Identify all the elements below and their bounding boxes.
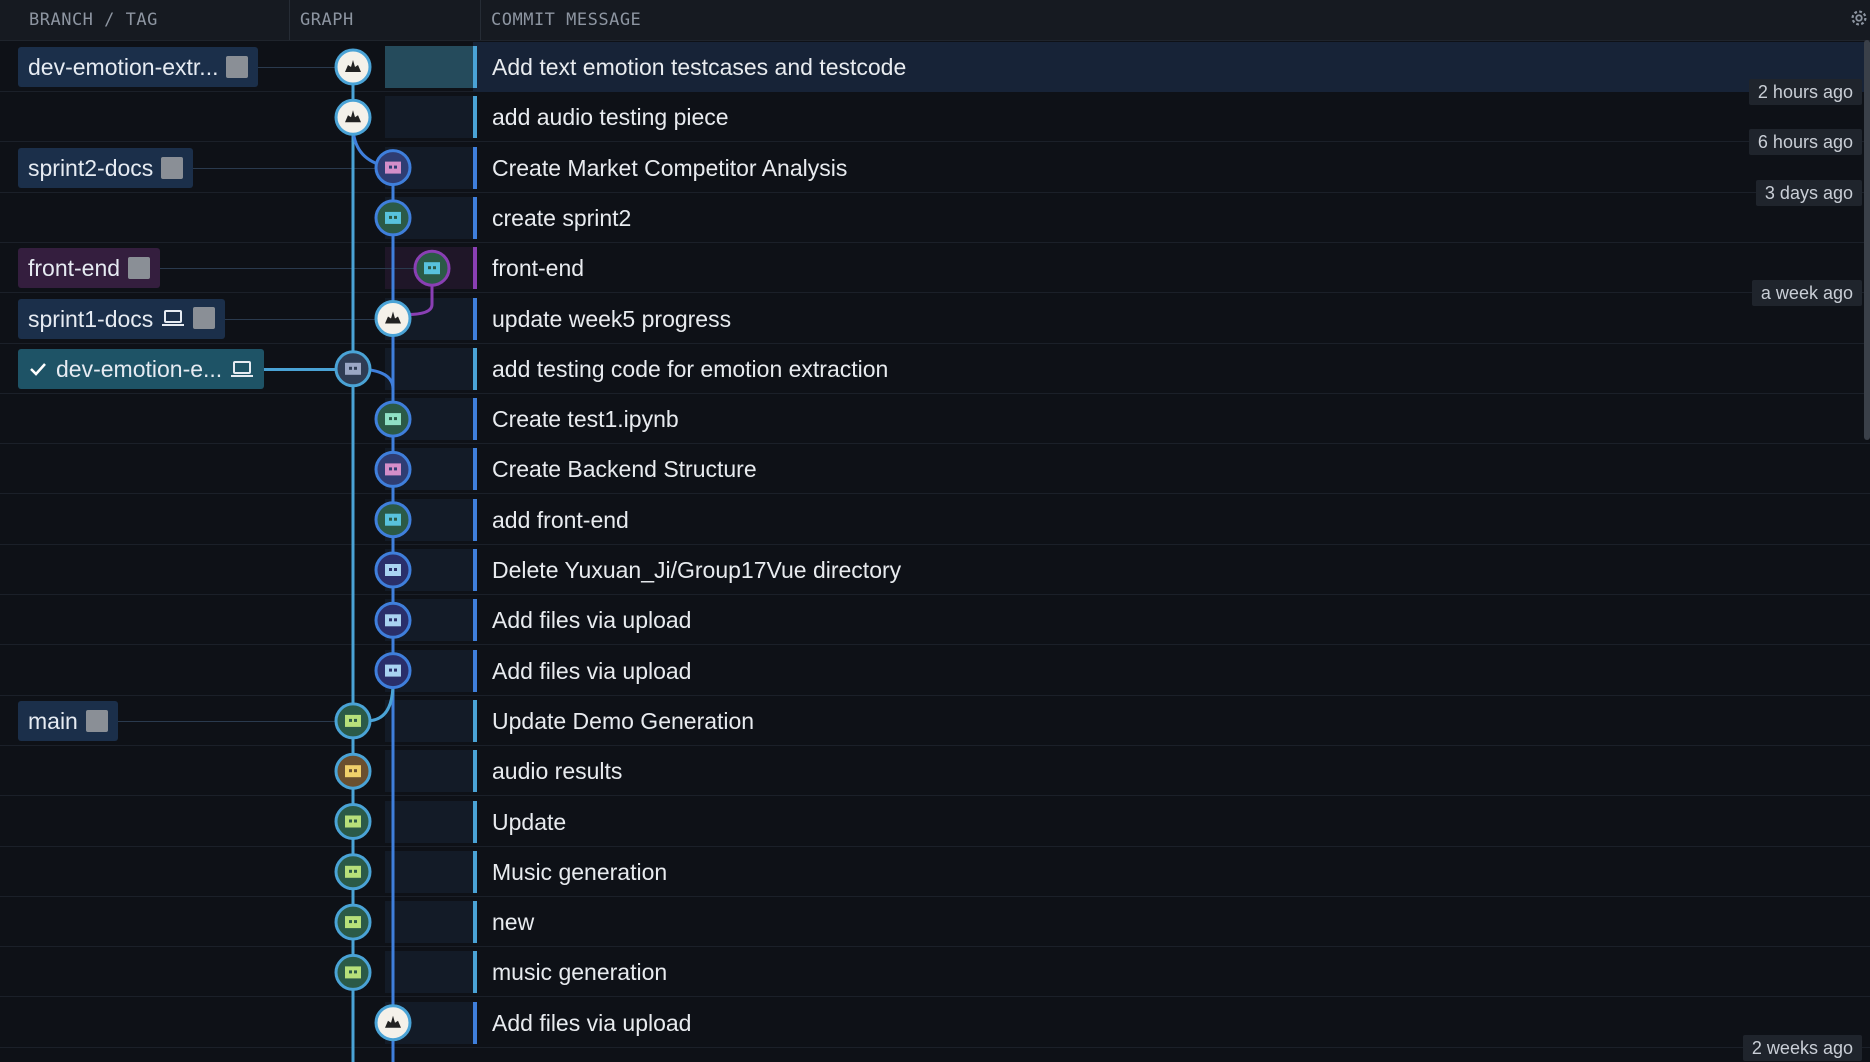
commit-message: Create Market Competitor Analysis xyxy=(492,154,848,181)
commit-date-label: 3 days ago xyxy=(1755,179,1862,206)
commit-message-cell[interactable]: new xyxy=(473,897,1870,947)
identicon-eye xyxy=(394,215,397,219)
commit-date-label: 2 hours ago xyxy=(1748,79,1862,105)
commit-graph xyxy=(334,48,451,1062)
commit-message: Add files via upload xyxy=(492,607,692,634)
commit-message-cell[interactable]: Create test1.ipynb xyxy=(473,394,1870,444)
commit-message: Create Backend Structure xyxy=(492,456,757,483)
commit-message: Add files via upload xyxy=(492,657,692,684)
commit-message-cell[interactable]: Music generation xyxy=(473,847,1870,897)
commit-date-label: 6 hours ago xyxy=(1748,129,1862,156)
identicon-icon xyxy=(385,211,401,224)
commit-message-cell[interactable]: update week5 progress xyxy=(473,294,1870,344)
commit-message-cell[interactable]: add front-end xyxy=(473,495,1870,545)
commit-date-label: 2 weeks ago xyxy=(1742,1035,1862,1061)
identicon-icon xyxy=(385,564,401,576)
identicon-eye xyxy=(394,467,397,471)
identicon-eye xyxy=(354,920,357,924)
identicon-eye xyxy=(389,517,392,521)
identicon-eye xyxy=(354,869,357,873)
identicon-eye xyxy=(389,568,392,571)
identicon-icon xyxy=(385,513,401,526)
commit-message: update week5 progress xyxy=(492,305,732,332)
commit-message: Create test1.ipynb xyxy=(492,406,679,433)
commit-message-cell[interactable]: Update xyxy=(473,797,1870,847)
identicon-eye xyxy=(389,618,392,622)
identicon-eye xyxy=(389,467,392,471)
commit-message: new xyxy=(492,909,535,936)
commit-date-label: a week ago xyxy=(1751,280,1862,307)
identicon-eye xyxy=(354,769,357,773)
identicon-icon xyxy=(345,966,361,979)
commit-message: audio results xyxy=(492,758,623,785)
identicon-eye xyxy=(389,165,392,169)
identicon-eye xyxy=(394,568,397,571)
identicon-icon xyxy=(345,765,361,778)
identicon-icon xyxy=(345,916,361,929)
commit-message-cell[interactable]: Delete Yuxuan_Ji/Group17Vue directory xyxy=(473,545,1870,595)
identicon-icon xyxy=(345,362,361,375)
identicon-eye xyxy=(354,718,357,722)
identicon-eye xyxy=(349,718,352,722)
commit-message: Update Demo Generation xyxy=(492,707,755,734)
identicon-eye xyxy=(394,165,397,169)
identicon-icon xyxy=(345,865,361,878)
identicon-eye xyxy=(433,266,436,270)
commit-message: add front-end xyxy=(492,506,629,533)
commit-message: music generation xyxy=(492,959,668,986)
identicon-eye xyxy=(354,970,357,974)
commit-message: Add files via upload xyxy=(492,1009,692,1036)
identicon-eye xyxy=(349,970,352,974)
commit-message: Add text emotion testcases and testcode xyxy=(492,54,907,80)
commit-message: create sprint2 xyxy=(492,204,632,231)
commit-message: Delete Yuxuan_Ji/Group17Vue directory xyxy=(492,557,902,583)
commit-message-cell[interactable]: Update Demo Generation xyxy=(473,696,1870,746)
identicon-icon xyxy=(424,262,440,275)
identicon-eye xyxy=(349,769,352,773)
commit-message-cell[interactable]: add audio testing piece xyxy=(473,92,1870,142)
identicon-icon xyxy=(345,815,361,828)
identicon-eye xyxy=(349,819,352,823)
identicon-eye xyxy=(349,920,352,924)
identicon-icon xyxy=(385,413,401,426)
identicon-eye xyxy=(389,417,392,421)
scrollbar[interactable] xyxy=(1864,40,1870,440)
identicon-icon xyxy=(385,463,401,476)
commit-message-cell[interactable]: Add files via upload xyxy=(473,646,1870,696)
commit-message-cell[interactable]: add testing code for emotion extraction xyxy=(473,344,1870,394)
identicon-eye xyxy=(394,618,397,622)
gear-icon[interactable] xyxy=(1848,7,1870,29)
identicon-eye xyxy=(389,668,392,672)
commit-message: add audio testing piece xyxy=(492,104,729,131)
commit-message-cell[interactable]: Create Backend Structure xyxy=(473,444,1870,494)
identicon-icon xyxy=(345,714,361,727)
identicon-icon xyxy=(385,614,401,627)
identicon-icon xyxy=(385,161,401,174)
commit-message: Update xyxy=(492,808,567,835)
identicon-eye xyxy=(394,668,397,672)
header-commit-message[interactable]: COMMIT MESSAGE xyxy=(481,0,1861,40)
commit-message-cell[interactable]: Add files via upload xyxy=(473,595,1870,645)
commit-message-cell[interactable]: front-end xyxy=(473,243,1870,293)
identicon-eye xyxy=(394,517,397,521)
commit-message-cell[interactable]: Add files via upload xyxy=(473,998,1870,1048)
identicon-eye xyxy=(389,215,392,219)
commit-message-cell[interactable]: music generation xyxy=(473,947,1870,997)
identicon-eye xyxy=(354,819,357,823)
identicon-eye xyxy=(354,366,357,370)
commit-message: add testing code for emotion extraction xyxy=(492,355,889,382)
identicon-eye xyxy=(394,417,397,421)
commit-message: front-end xyxy=(492,255,585,282)
identicon-eye xyxy=(349,869,352,873)
commit-message-cell[interactable]: audio results xyxy=(473,746,1870,796)
identicon-icon xyxy=(385,664,401,677)
commit-message: Music generation xyxy=(492,858,668,885)
commit-message-cell[interactable]: Add text emotion testcases and testcode xyxy=(473,42,1870,92)
commit-message-cell[interactable]: Create Market Competitor Analysis xyxy=(473,143,1870,193)
identicon-eye xyxy=(349,366,352,370)
identicon-eye xyxy=(428,266,431,270)
commit-message-cell[interactable]: create sprint2 xyxy=(473,193,1870,243)
